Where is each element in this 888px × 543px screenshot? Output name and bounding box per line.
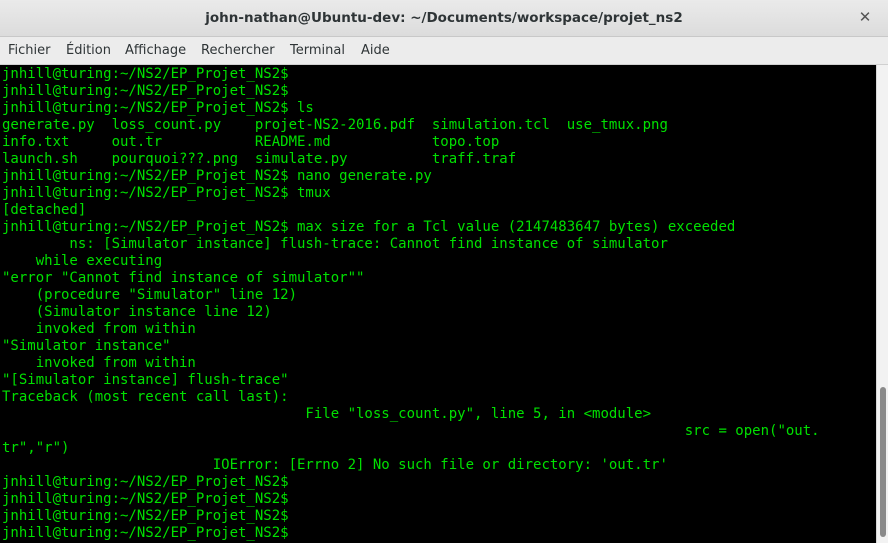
terminal-line: "Simulator instance" (2, 338, 171, 354)
terminal-line: jnhill@turing:~/NS2/EP_Projet_NS2$ (2, 66, 289, 82)
window-titlebar[interactable]: john-nathan@Ubuntu-dev: ~/Documents/work… (0, 0, 888, 37)
terminal-output[interactable]: jnhill@turing:~/NS2/EP_Projet_NS2$ jnhil… (0, 65, 876, 543)
terminal-line: while executing (2, 253, 163, 269)
terminal-line: (procedure "Simulator" line 12) (2, 287, 298, 303)
menu-edition[interactable]: Édition (66, 43, 111, 58)
terminal-line: jnhill@turing:~/NS2/EP_Projet_NS2$ (2, 508, 289, 524)
terminal-line: invoked from within (2, 321, 196, 337)
terminal-line: jnhill@turing:~/NS2/EP_Projet_NS2$ (2, 491, 289, 507)
terminal-line: [detached] (2, 202, 87, 218)
terminal-line: jnhill@turing:~/NS2/EP_Projet_NS2$ ls (2, 100, 314, 116)
terminal-line: tr","r") (2, 440, 70, 456)
terminal-line: jnhill@turing:~/NS2/EP_Projet_NS2$ (2, 525, 289, 541)
terminal-line: File "loss_count.py", line 5, in <module… (2, 406, 652, 422)
terminal-scrollbar[interactable] (876, 65, 888, 543)
close-icon[interactable]: ✕ (856, 8, 874, 26)
terminal-line: jnhill@turing:~/NS2/EP_Projet_NS2$ (2, 83, 289, 99)
terminal-line: invoked from within (2, 355, 196, 371)
window-title: john-nathan@Ubuntu-dev: ~/Documents/work… (205, 10, 683, 26)
terminal-line: ns: [Simulator instance] flush-trace: Ca… (2, 236, 668, 252)
terminal-line: Traceback (most recent call last): (2, 389, 289, 405)
terminal-line: generate.py loss_count.py projet-NS2-201… (2, 117, 668, 133)
terminal-line: info.txt out.tr README.md topo.top (2, 134, 500, 150)
terminal-line: jnhill@turing:~/NS2/EP_Projet_NS2$ tmux (2, 185, 331, 201)
terminal-line: "[Simulator instance] flush-trace" (2, 372, 289, 388)
menu-terminal[interactable]: Terminal (290, 43, 345, 58)
terminal-line: "error "Cannot find instance of simulato… (2, 270, 365, 286)
menu-fichier[interactable]: Fichier (8, 43, 51, 58)
terminal-line: launch.sh pourquoi???.png simulate.py tr… (2, 151, 517, 167)
menu-affichage[interactable]: Affichage (125, 43, 186, 58)
terminal-line: jnhill@turing:~/NS2/EP_Projet_NS2$ max s… (2, 219, 736, 235)
terminal-line: jnhill@turing:~/NS2/EP_Projet_NS2$ nano … (2, 168, 432, 184)
terminal-line: IOError: [Errno 2] No such file or direc… (2, 457, 668, 473)
menu-bar: Fichier Édition Affichage Rechercher Ter… (0, 37, 888, 65)
terminal-line: jnhill@turing:~/NS2/EP_Projet_NS2$ (2, 474, 289, 490)
terminal-line: (Simulator instance line 12) (2, 304, 272, 320)
menu-aide[interactable]: Aide (361, 43, 390, 58)
scrollbar-thumb[interactable] (880, 387, 886, 537)
terminal-line: src = open("out. (2, 423, 820, 439)
menu-rechercher[interactable]: Rechercher (201, 43, 275, 58)
